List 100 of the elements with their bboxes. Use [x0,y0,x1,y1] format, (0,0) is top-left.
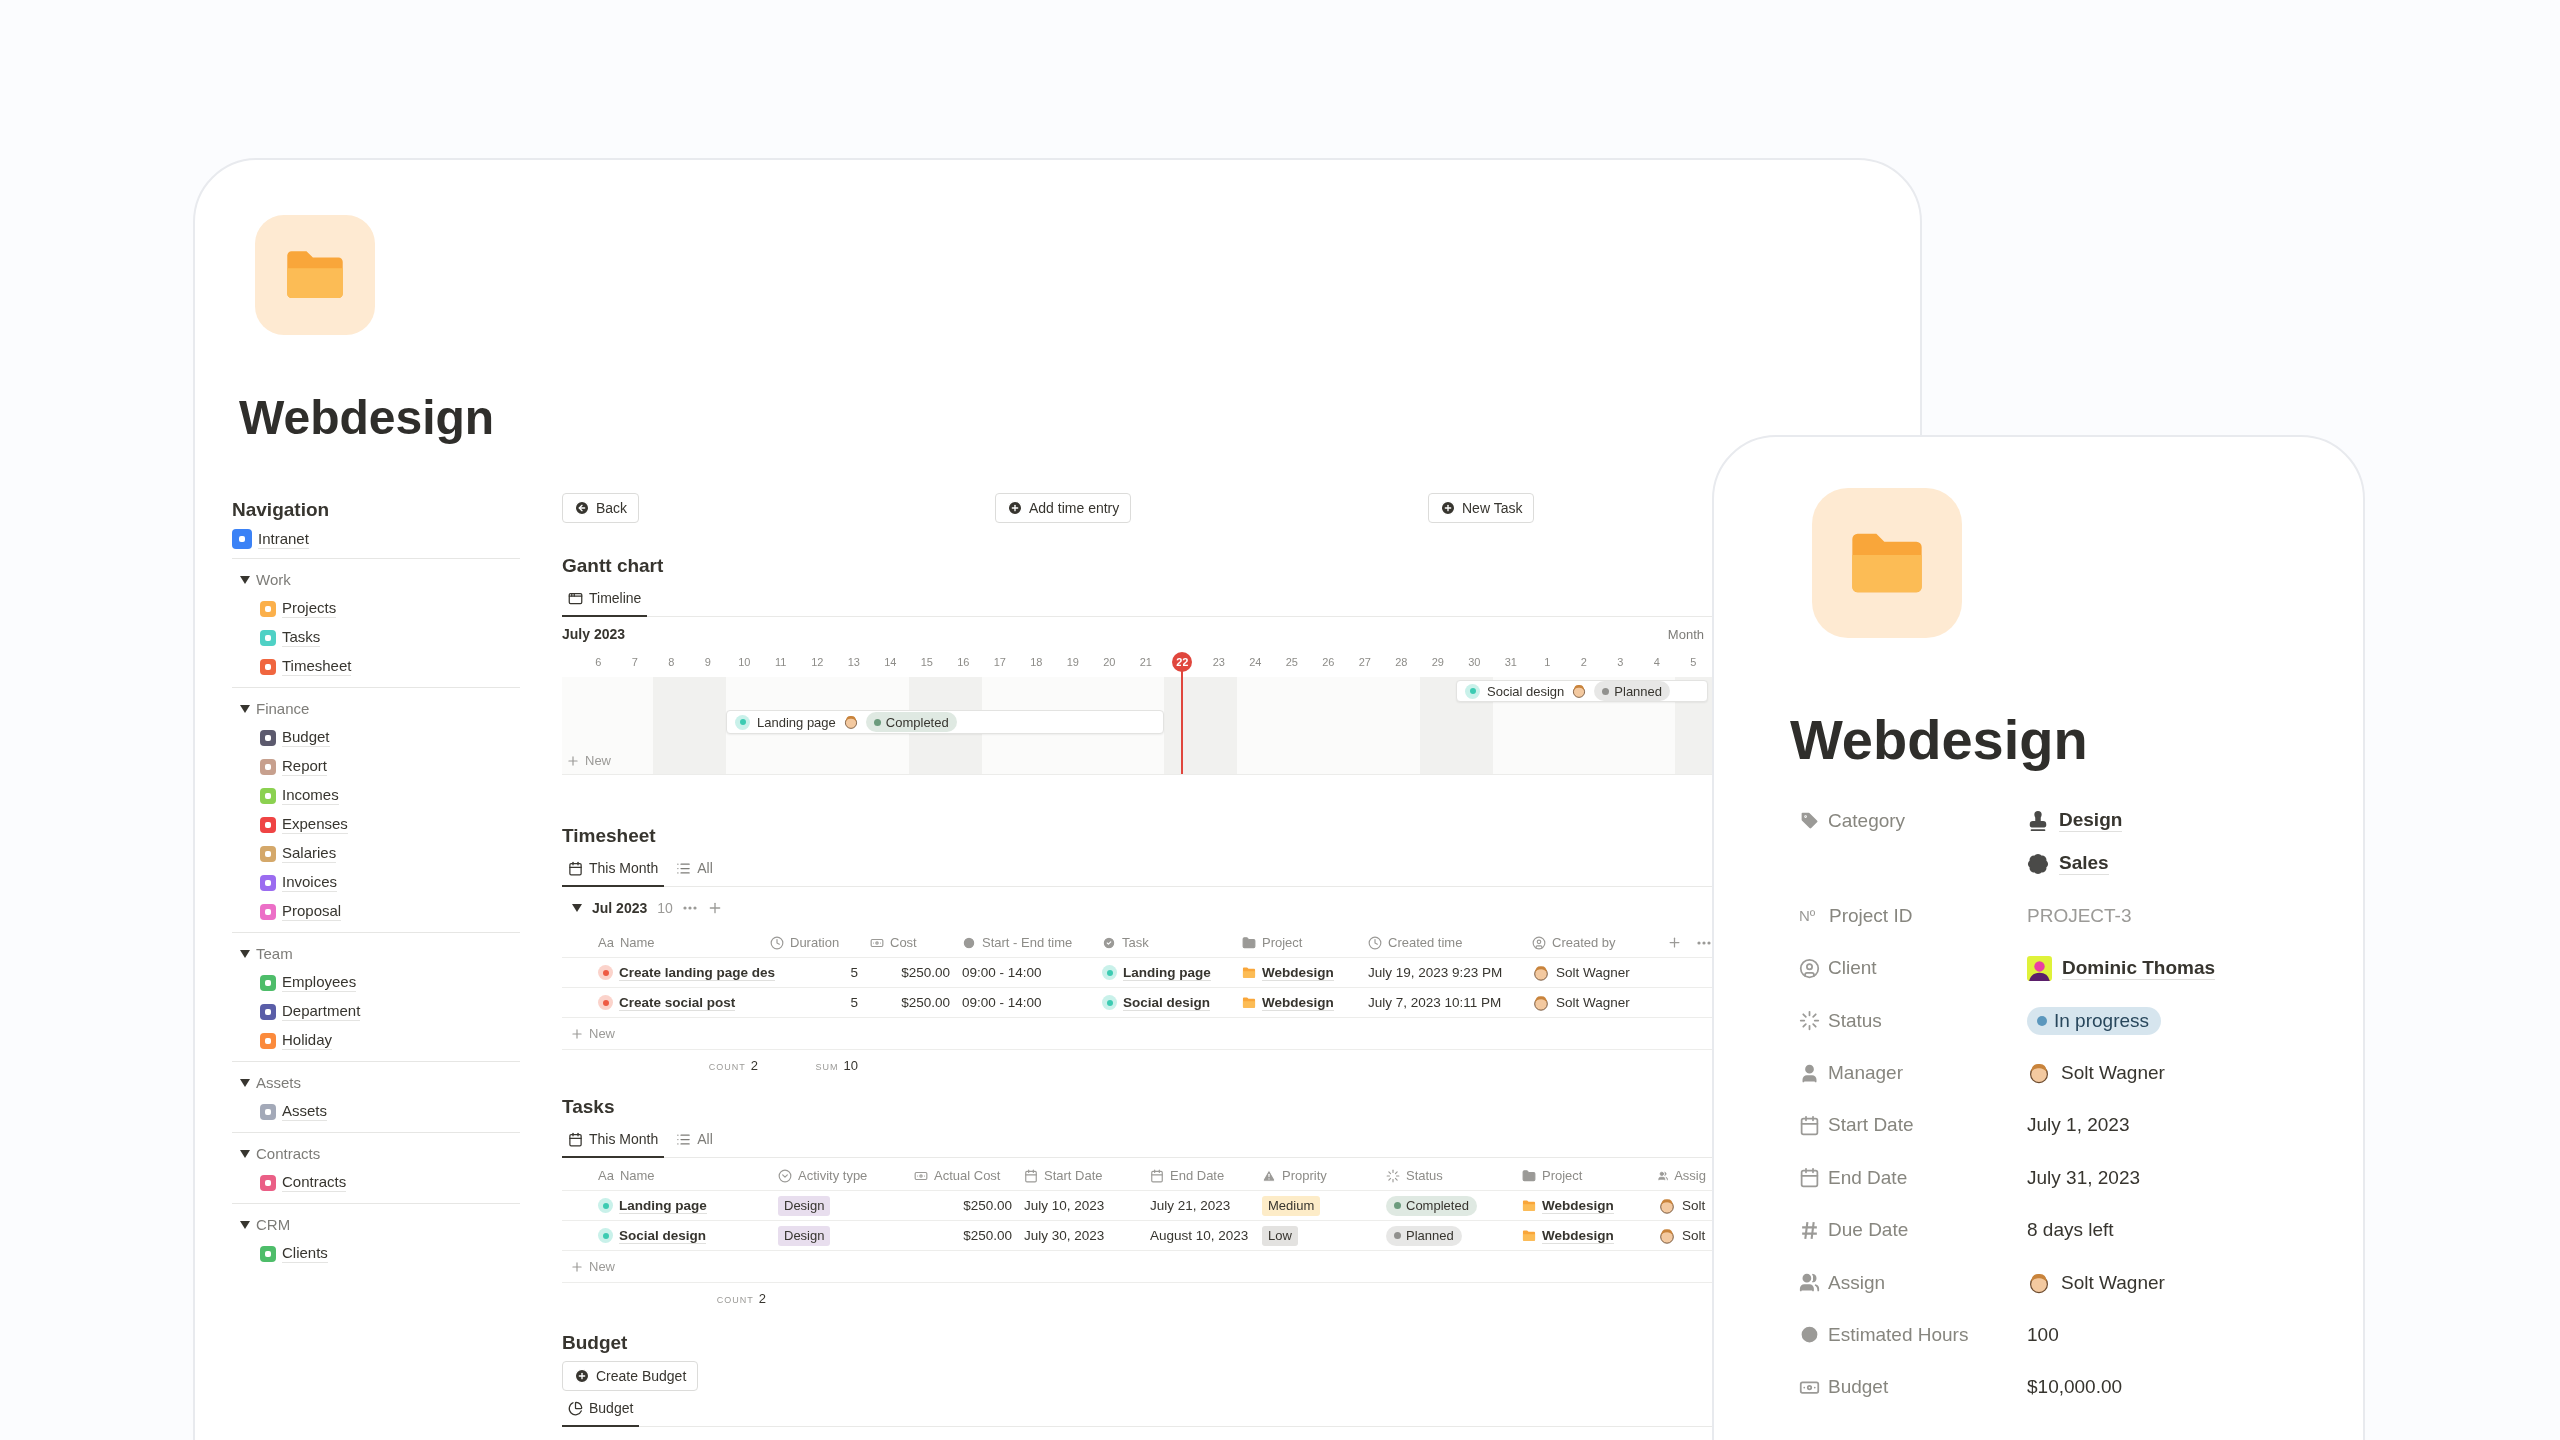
sidebar-item[interactable]: Projects [232,594,337,624]
sidebar-item[interactable]: Incomes [232,781,339,811]
action-button[interactable]: Add time entry [995,493,1132,524]
project-link[interactable]: Webdesign [1542,1227,1614,1244]
timeline-bar[interactable]: Social design Planned [1456,680,1708,703]
calendar-icon [568,860,583,876]
sidebar-link[interactable]: Intranet [232,524,309,555]
page-title: Webdesign [239,390,495,446]
sidebar-item[interactable]: Employees [232,968,357,998]
sidebar-item[interactable]: Budget [232,723,330,753]
group-toggle[interactable]: Team [232,939,293,969]
group-count: 10 [657,900,673,917]
day-label: 8 [668,656,675,669]
avatar-icon [1532,963,1550,982]
task-link[interactable]: Landing page [1123,964,1211,981]
day-label: 4 [1653,656,1660,669]
view-tab[interactable]: This Month [562,851,665,888]
day-label: 27 [1358,656,1371,669]
folder-icon [1522,1200,1536,1212]
priority-tag: Low [1262,1225,1298,1246]
sidebar-item[interactable]: Report [232,752,328,782]
sidebar-item[interactable]: Tasks [232,623,321,653]
project-link[interactable]: Webdesign [1542,1197,1614,1214]
day-label: 29 [1431,656,1444,669]
plus-icon [1667,935,1682,951]
day-label: 3 [1617,656,1624,669]
group-toggle[interactable]: Finance [232,694,310,724]
task-link[interactable]: Social design [1123,994,1211,1011]
view-tab[interactable]: All [670,1122,719,1159]
column-header: End Date [1170,1168,1225,1184]
column-header: Start Date [1044,1168,1103,1184]
table-cell: $250.00 [963,1228,1012,1244]
folder-icon [1522,1230,1536,1242]
day-label: 15 [920,656,933,669]
avatar-icon [842,714,859,731]
action-button[interactable]: New Task [1428,493,1535,524]
create-budget-button[interactable]: Create Budget [562,1361,699,1392]
category-link[interactable]: Design [2059,809,2123,833]
day-label: 1 [1544,656,1551,669]
today-marker: 22 [1172,652,1193,673]
project-link[interactable]: Webdesign [1262,964,1334,981]
group-toggle[interactable]: CRM [232,1210,291,1240]
person-name: Solt Wagner [1556,995,1630,1011]
column-header: Project [1542,1168,1583,1184]
group-toggle[interactable]: Assets [232,1068,301,1098]
summary-label: COUNT [708,1061,746,1072]
day-label: 10 [738,656,751,669]
sidebar-item[interactable]: Contracts [232,1168,347,1198]
day-label: 31 [1504,656,1517,669]
hash-icon [1799,1219,1820,1241]
timeline-bar[interactable]: Landing page Completed [726,710,1164,735]
pie-chart-icon [568,1400,583,1416]
day-label: 28 [1395,656,1408,669]
bar-title: Social design [1487,683,1565,699]
day-label: 9 [704,656,711,669]
property-label: End Date [1828,1166,1908,1189]
group-toggle[interactable]: Work [232,565,291,595]
view-tab[interactable]: All [670,851,719,888]
bar-title: Landing page [757,714,836,730]
sidebar-item[interactable]: Clients [232,1239,328,1269]
person-name: Solt [1682,1228,1706,1244]
people-icon [1799,1272,1820,1294]
table-cell: July 10, 2023 [1024,1198,1105,1214]
property-label: Assign [1828,1271,1886,1294]
day-label: 13 [847,656,860,669]
project-link[interactable]: Webdesign [1262,994,1334,1011]
day-label: 20 [1103,656,1116,669]
avatar-icon [2027,955,2052,981]
action-button[interactable]: Back [562,493,640,524]
badge-icon [2027,852,2049,875]
view-tab[interactable]: Budget [562,1391,640,1428]
client-link[interactable]: Dominic Thomas [2062,956,2216,980]
property-label: Project ID [1829,904,1913,927]
folder-icon [1242,935,1256,950]
category-link[interactable]: Sales [2059,852,2109,876]
sidebar-item[interactable]: Holiday [232,1026,333,1056]
scale-selector[interactable]: Month [1667,626,1704,642]
table-cell: 09:00 - 14:00 [962,995,1042,1011]
sidebar-item[interactable]: Proposal [232,897,342,927]
sidebar-item[interactable]: Invoices [232,868,338,898]
view-tab[interactable]: Timeline [562,581,648,618]
tag-icon [1799,810,1820,832]
timeline-icon [568,590,583,606]
summary-label: COUNT [716,1294,754,1305]
property-label: Estimated Hours [1828,1323,1969,1346]
navigation-heading: Navigation [232,498,330,523]
sidebar-item[interactable]: Department [232,997,361,1027]
sidebar-item[interactable]: Timesheet [232,652,352,682]
status-icon [1799,1010,1820,1032]
status-icon [1386,1168,1400,1183]
view-tab[interactable]: This Month [562,1122,665,1159]
sidebar-item[interactable]: Assets [232,1097,327,1127]
column-header: Activity type [798,1168,868,1184]
status-label: Completed [885,714,949,730]
more-icon [1697,940,1711,945]
group-toggle[interactable]: Contracts [232,1139,321,1169]
day-label: 17 [993,656,1006,669]
day-label: 16 [957,656,970,669]
sidebar-item[interactable]: Salaries [232,839,337,869]
sidebar-item[interactable]: Expenses [232,810,348,840]
